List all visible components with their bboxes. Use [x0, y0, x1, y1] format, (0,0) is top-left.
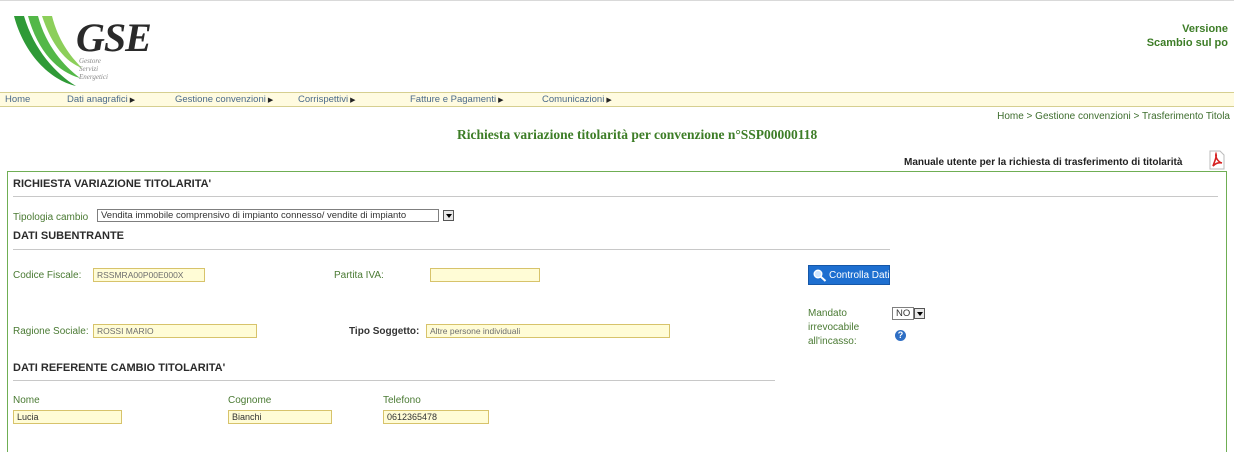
top-border — [0, 0, 1234, 9]
logo-sub-3: Energetici — [79, 73, 108, 81]
nav-item-corrispettivi[interactable]: Corrispettivi ▶ — [298, 93, 356, 107]
help-icon[interactable]: ? — [895, 330, 906, 341]
nome-input[interactable]: Lucia — [13, 410, 122, 424]
nav-label: Dati anagrafici — [67, 94, 128, 105]
search-icon — [813, 269, 827, 282]
logo-text: GSE — [76, 15, 152, 60]
cognome-label: Cognome — [228, 395, 272, 406]
arrow-right-icon: ▶ — [129, 97, 136, 104]
ragione-sociale-label: Ragione Sociale: — [13, 326, 89, 337]
version-line-1: Versione — [1182, 23, 1228, 35]
arrow-right-icon: ▶ — [350, 97, 356, 104]
nav-item-dati-anagrafici[interactable]: Dati anagrafici ▶ — [67, 93, 135, 107]
page-title: Richiesta variazione titolarità per conv… — [457, 127, 818, 142]
nav-label: Comunicazioni — [542, 94, 605, 105]
controlla-dati-label: Controlla Dati — [829, 270, 890, 281]
section-title-referente: DATI REFERENTE CAMBIO TITOLARITA' — [13, 362, 226, 374]
controlla-dati-button[interactable]: Controlla Dati — [808, 265, 890, 285]
version-info: Versione Scambio sul po — [1147, 22, 1228, 50]
nav-label: Corrispettivi — [298, 94, 349, 105]
nav-item-gestione-convenzioni[interactable]: Gestione convenzioni ▶ — [175, 93, 273, 107]
nav-item-comunicazioni[interactable]: Comunicazioni ▶ — [542, 93, 612, 107]
manual-link[interactable]: Manuale utente per la richiesta di trasf… — [904, 157, 1182, 168]
arrow-right-icon: ▶ — [267, 97, 274, 104]
tipologia-select[interactable]: Vendita immobile comprensivo di impianto… — [97, 209, 439, 222]
chevron-down-icon[interactable] — [443, 210, 454, 221]
cognome-input[interactable]: Bianchi — [228, 410, 332, 424]
tipo-soggetto-input[interactable]: Altre persone individuali — [426, 324, 670, 338]
codice-fiscale-input[interactable]: RSSMRA00P00E000X — [93, 268, 205, 282]
pdf-icon[interactable] — [1208, 150, 1226, 170]
partita-iva-label: Partita IVA: — [334, 270, 384, 281]
logo-sub-2: Servizi — [79, 65, 99, 73]
telefono-input[interactable]: 0612365478 — [383, 410, 489, 424]
telefono-label: Telefono — [383, 395, 421, 406]
codice-fiscale-label: Codice Fiscale: — [13, 270, 82, 281]
chevron-down-icon[interactable] — [914, 308, 925, 319]
nome-label: Nome — [13, 395, 40, 406]
mandato-label-1: Mandato — [808, 308, 847, 319]
partita-iva-input[interactable] — [430, 268, 540, 282]
mandato-label-3: all'incasso: — [808, 336, 857, 347]
main-nav: Home Dati anagrafici ▶ Gestione convenzio… — [0, 92, 1234, 107]
breadcrumb[interactable]: Home > Gestione convenzioni > Trasferime… — [997, 111, 1230, 122]
divider — [13, 380, 775, 381]
arrow-right-icon: ▶ — [606, 97, 612, 104]
arrow-right-icon: ▶ — [498, 97, 504, 104]
section-title-subentrante: DATI SUBENTRANTE — [13, 230, 125, 242]
divider — [13, 249, 890, 250]
nav-item-fatture-pagamenti[interactable]: Fatture e Pagamenti ▶ — [410, 93, 503, 107]
version-line-2: Scambio sul po — [1146, 37, 1228, 49]
nav-item-home[interactable]: Home — [5, 93, 30, 106]
divider — [13, 196, 1218, 197]
nav-label: Gestione convenzioni — [175, 94, 266, 105]
mandato-select[interactable]: NO — [892, 307, 914, 320]
nav-label: Home — [5, 94, 31, 105]
logo-sub-1: Gestore — [79, 57, 101, 65]
section-title-richiesta: RICHIESTA VARIAZIONE TITOLARITA' — [13, 178, 212, 190]
ragione-sociale-input[interactable]: ROSSI MARIO — [93, 324, 257, 338]
nav-label: Fatture e Pagamenti — [410, 94, 497, 105]
tipo-soggetto-label: Tipo Soggetto: — [349, 326, 420, 337]
tipologia-label: Tipologia cambio — [13, 212, 89, 223]
mandato-label-2: irrevocabile — [808, 322, 860, 333]
